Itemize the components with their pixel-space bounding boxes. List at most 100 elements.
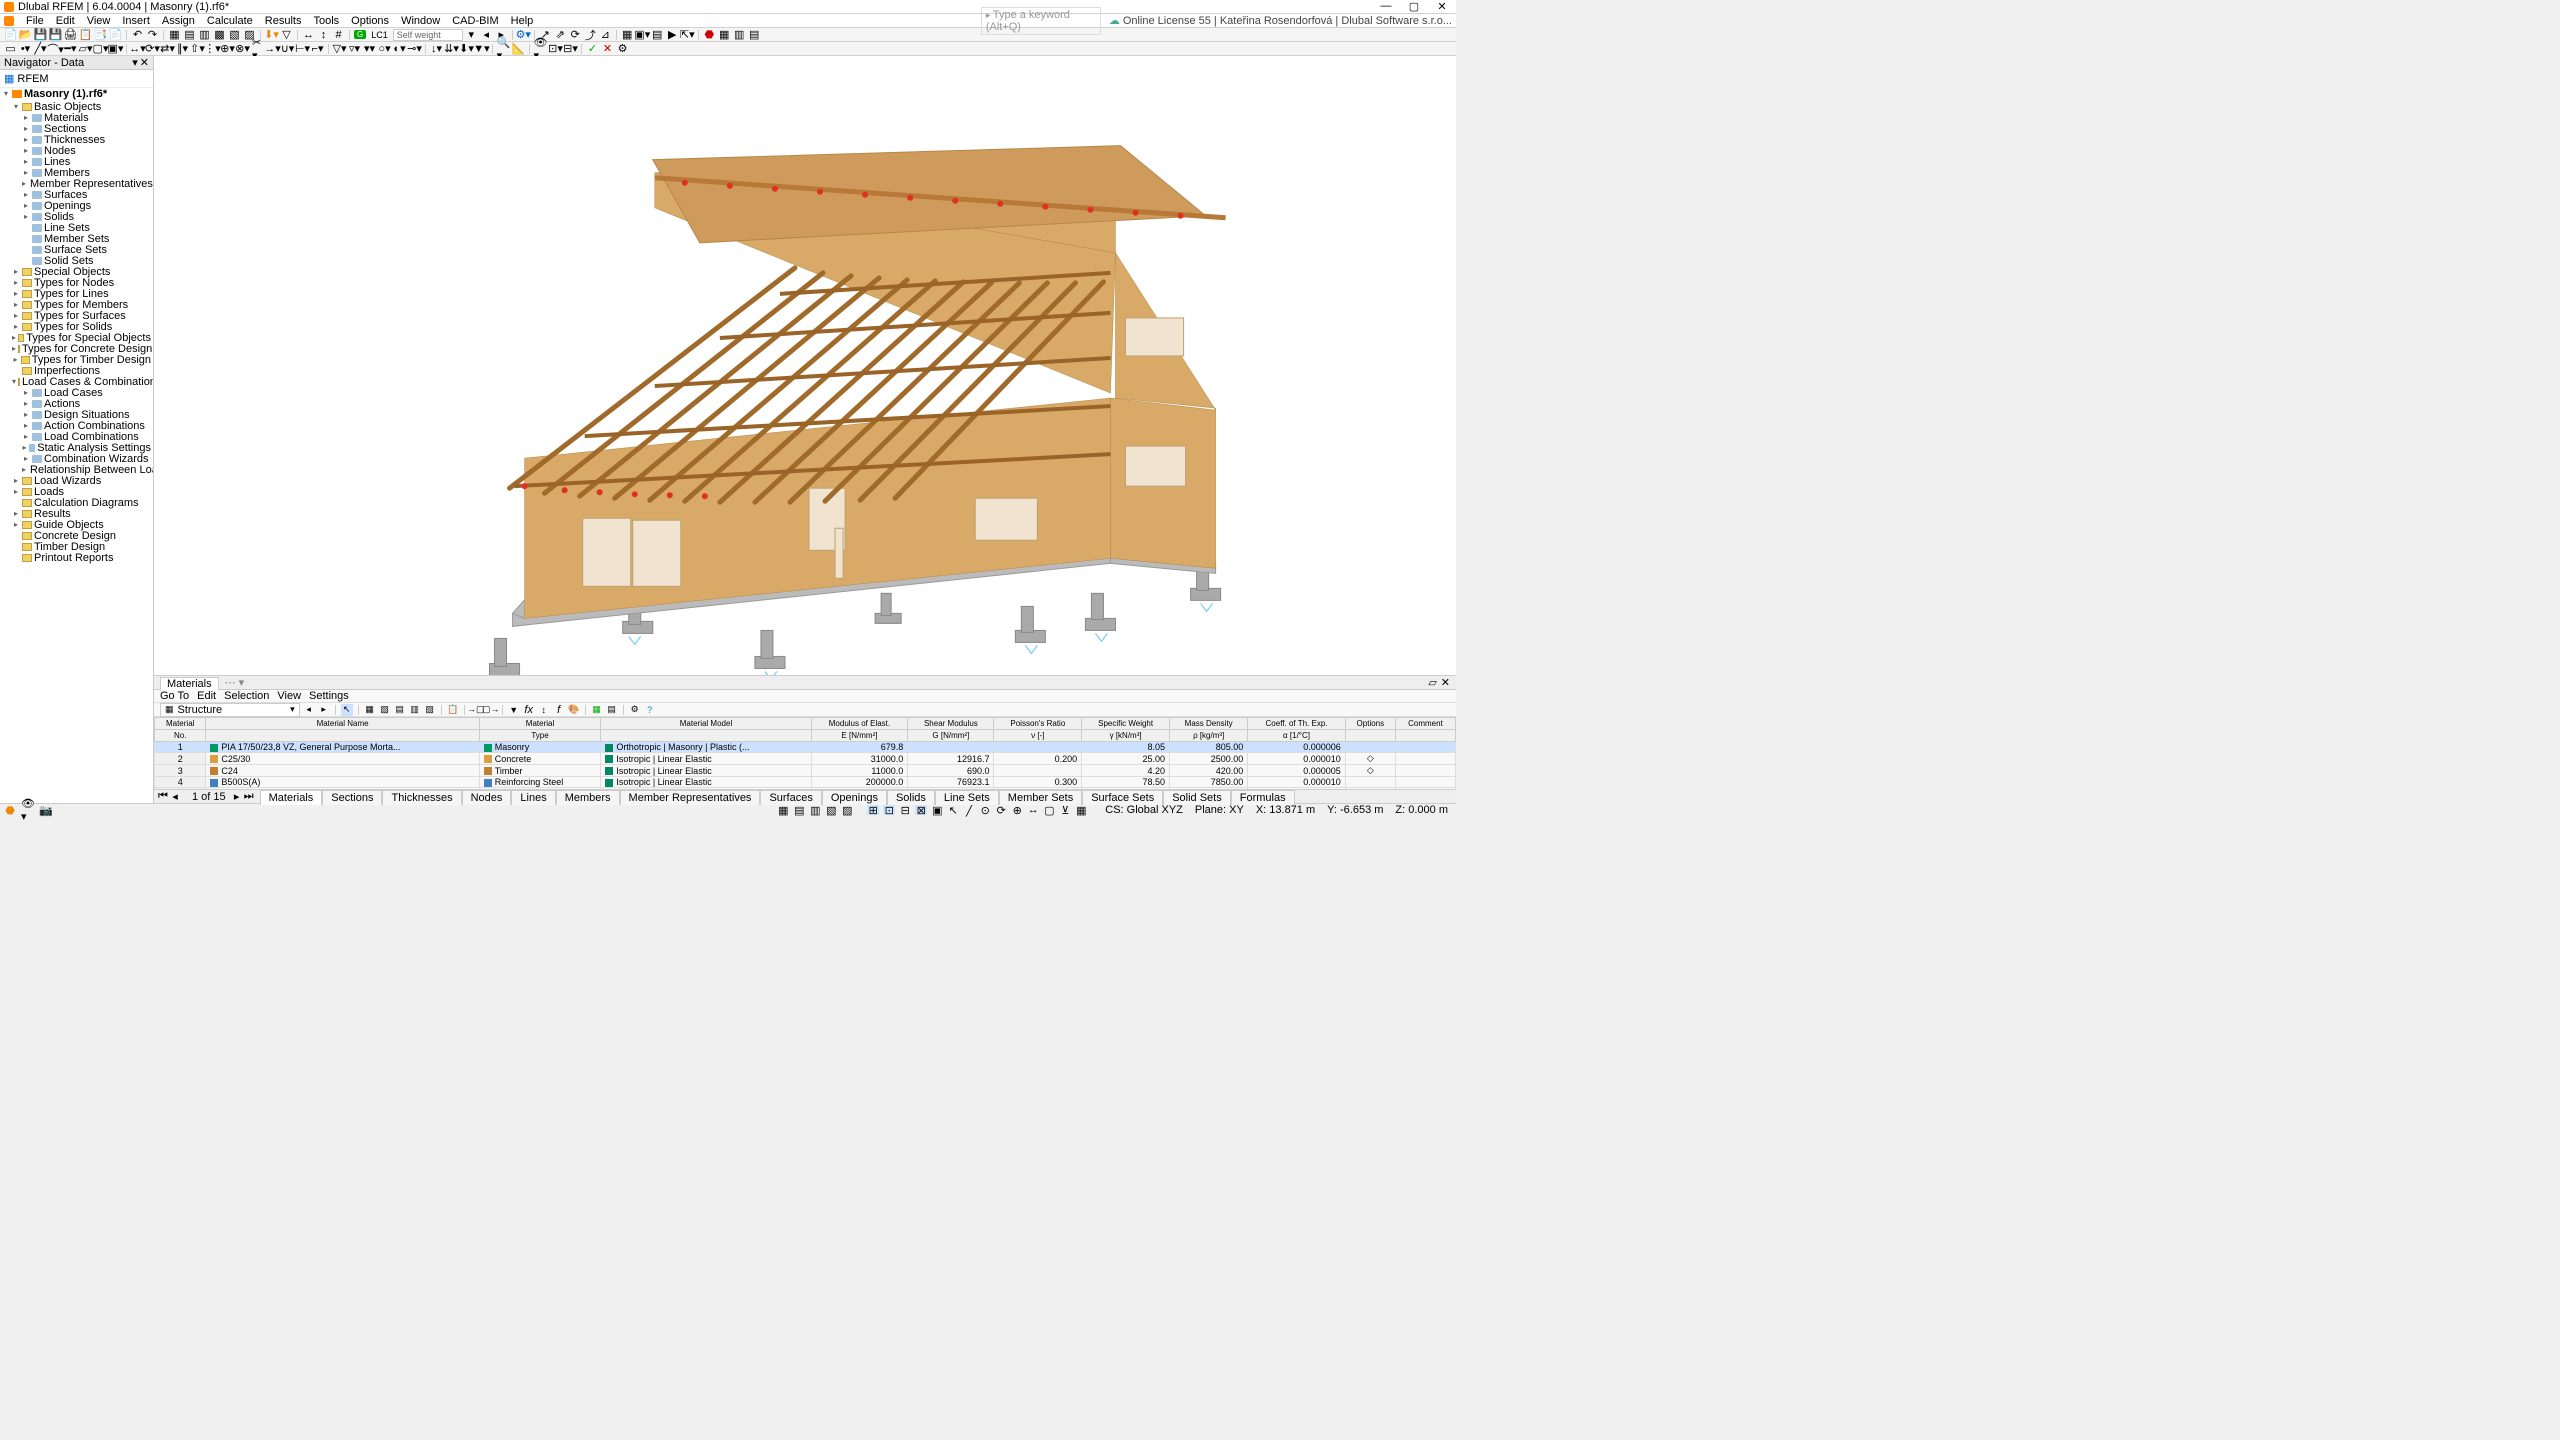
panel-menu-go-to[interactable]: Go To [160,690,189,702]
tree-solids[interactable]: ▸Solids [0,211,153,222]
last-page[interactable]: ⏭ [244,790,254,803]
tree-design-situations[interactable]: ▸Design Situations [0,409,153,420]
menu-file[interactable]: File [20,15,50,27]
sb-vis2[interactable]: ▤ [793,805,805,815]
tree-guide-objects[interactable]: ▸Guide Objects [0,519,153,530]
tb-del2[interactable]: ▢→ [485,704,497,716]
sb-snap14[interactable]: ▦ [1075,805,1087,815]
material-row-2[interactable]: 2C25/30ConcreteIsotropic | Linear Elasti… [155,753,1456,765]
tree-surface-sets[interactable]: Surface Sets [0,244,153,255]
tree-member-representatives[interactable]: ▸Member Representatives [0,178,153,189]
tb-sort[interactable]: ↕ [538,704,550,716]
support-surf[interactable]: ▾▾ [363,43,376,55]
menu-results[interactable]: Results [259,15,308,27]
tb-next[interactable]: ▸ [318,704,330,716]
tree-sections[interactable]: ▸Sections [0,123,153,134]
save-button[interactable]: 💾 [34,29,47,41]
tb-del[interactable]: →▢ [470,704,482,716]
result-v[interactable]: ⤴ [584,29,597,41]
tree-member-sets[interactable]: Member Sets [0,233,153,244]
menu-calculate[interactable]: Calculate [201,15,259,27]
tree-types-for-nodes[interactable]: ▸Types for Nodes [0,277,153,288]
lc-dropdown[interactable]: ▾ [465,29,478,41]
tab-lines[interactable]: Lines [511,790,555,805]
tab-formulas[interactable]: Formulas [1231,790,1295,805]
result-m[interactable]: ⟳ [569,29,582,41]
tb-b4[interactable]: ▥ [409,704,421,716]
minimize-button[interactable]: — [1376,0,1396,13]
divide-button[interactable]: ⋮▾ [206,43,219,55]
tb-color[interactable]: 🎨 [568,704,580,716]
tree-load-combinations[interactable]: ▸Load Combinations [0,431,153,442]
status-cam[interactable]: 📷 [40,805,52,815]
result-n[interactable]: ⇗ [554,29,567,41]
opening-button[interactable]: ▢▾ [94,43,107,55]
view-3d[interactable] [154,56,1456,675]
menu-cad-bim[interactable]: CAD-BIM [446,15,504,27]
sb-vis3[interactable]: ▥ [809,805,821,815]
view-solid-button[interactable]: ▦ [168,29,181,41]
tree-types-for-members[interactable]: ▸Types for Members [0,299,153,310]
tab-line-sets[interactable]: Line Sets [935,790,999,805]
panel-menu-view[interactable]: View [277,690,301,702]
structure-selector[interactable]: ▦ Structure ▾ [160,703,300,717]
sb-snap4[interactable]: ⊠ [915,805,927,815]
tree-relationship-between-load-cases[interactable]: ▸Relationship Between Load Cases [0,464,153,475]
fillet-button[interactable]: ⌐▾ [311,43,324,55]
materials-grid[interactable]: MaterialMaterial NameMaterialMaterial Mo… [154,717,1456,789]
solid-button[interactable]: ▣▾ [109,43,122,55]
tab-member-representatives[interactable]: Member Representatives [620,790,761,805]
tree-types-for-solids[interactable]: ▸Types for Solids [0,321,153,332]
tab-dropdown[interactable]: ⋯ ▾ [225,676,245,689]
app-menu-icon[interactable] [4,16,14,26]
sb-snap13[interactable]: ⊻ [1059,805,1071,815]
panel-max[interactable]: ▱ [1428,676,1436,689]
tree-static-analysis-settings[interactable]: ▸Static Analysis Settings [0,442,153,453]
sb-snap9[interactable]: ⟳ [995,805,1007,815]
tb-copy[interactable]: 📋 [447,704,459,716]
tb-settings[interactable]: ⚙ [629,704,641,716]
sb-snap8[interactable]: ⊙ [979,805,991,815]
view-trans-button[interactable]: ▥ [198,29,211,41]
menu-window[interactable]: Window [395,15,446,27]
maximize-button[interactable]: ▢ [1404,0,1424,13]
tab-solids[interactable]: Solids [887,790,935,805]
scale-button[interactable]: ⇱▾ [681,29,694,41]
release-button[interactable]: ◐▾ [393,43,406,55]
tree-calculation-diagrams[interactable]: Calculation Diagrams [0,497,153,508]
nav-pin[interactable]: ▾ [132,56,138,69]
tab-thicknesses[interactable]: Thicknesses [382,790,461,805]
tree-solid-sets[interactable]: Solid Sets [0,255,153,266]
tb-b1[interactable]: ▦ [364,704,376,716]
supports-toggle[interactable]: ▽ [280,29,293,41]
tab-solid-sets[interactable]: Solid Sets [1163,790,1231,805]
tree-types-for-special-objects[interactable]: ▸Types for Special Objects [0,332,153,343]
tab-surface-sets[interactable]: Surface Sets [1082,790,1163,805]
anim-button[interactable]: ▶ [666,29,679,41]
design-s[interactable]: ▥ [733,29,746,41]
panel-menu-edit[interactable]: Edit [197,690,216,702]
tree-line-sets[interactable]: Line Sets [0,222,153,233]
extend-button[interactable]: →▾ [266,43,279,55]
eccen-button[interactable]: ⊸▾ [408,43,421,55]
trim-button[interactable]: ✂▾ [251,43,264,55]
tb-help[interactable]: ? [644,704,656,716]
menu-tools[interactable]: Tools [307,15,345,27]
hinge-button[interactable]: ○▾ [378,43,391,55]
tree-types-for-concrete-design[interactable]: ▸Types for Concrete Design [0,343,153,354]
select-all[interactable]: ⊡▾ [549,43,562,55]
line-button[interactable]: ╱▾ [34,43,47,55]
lc-id[interactable]: LC1 [368,30,391,40]
menu-options[interactable]: Options [345,15,395,27]
annot-toggle[interactable]: ↕ [317,29,330,41]
tree-thicknesses[interactable]: ▸Thicknesses [0,134,153,145]
keyword-search[interactable]: ▸ Type a keyword (Alt+Q) [981,7,1101,35]
close-button[interactable]: ✕ [1432,0,1452,13]
status-cs[interactable]: CS: Global XYZ [1101,804,1187,816]
surface-button[interactable]: ▱▾ [79,43,92,55]
lc-prev[interactable]: ◂ [480,29,493,41]
calc-button[interactable]: ⚙▾ [517,29,530,41]
view-hidden-button[interactable]: ▧ [228,29,241,41]
sb-snap10[interactable]: ⊕ [1011,805,1023,815]
tree-materials[interactable]: ▸Materials [0,112,153,123]
